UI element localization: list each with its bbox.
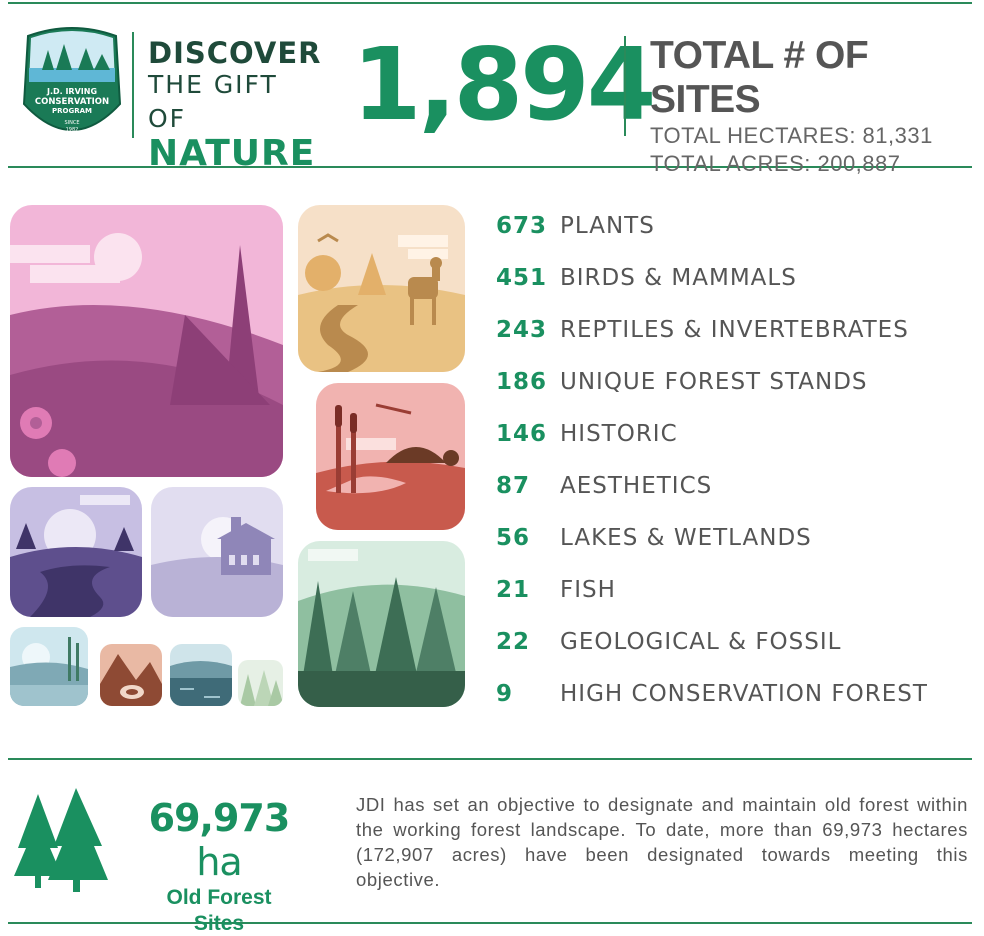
birds-mammals-tile	[298, 205, 465, 372]
old-forest-stat: 69,973 ha Old Forest Sites	[134, 796, 304, 936]
totals-divider	[624, 36, 626, 136]
category-count: 22	[496, 629, 531, 655]
list-item: 21 FISH	[496, 564, 966, 616]
category-label: HISTORIC	[560, 421, 678, 447]
logo-year: 1982	[66, 127, 79, 133]
logo-line1: J.D. IRVING	[46, 87, 97, 96]
total-sites-number: 1,894	[352, 26, 656, 143]
top-rule	[8, 2, 972, 4]
logo-line3: PROGRAM	[52, 107, 92, 115]
category-count: 243	[496, 317, 548, 343]
category-label: BIRDS & MAMMALS	[560, 265, 797, 291]
list-item: 9 HIGH CONSERVATION FOREST	[496, 668, 966, 720]
category-count: 21	[496, 577, 531, 603]
category-label: HIGH CONSERVATION FOREST	[560, 681, 928, 707]
list-item: 186 UNIQUE FOREST STANDS	[496, 356, 966, 408]
list-item: 451 BIRDS & MAMMALS	[496, 252, 966, 304]
aesthetics-tile	[10, 487, 142, 617]
category-label: UNIQUE FOREST STANDS	[560, 369, 868, 395]
category-count: 186	[496, 369, 548, 395]
old-forest-description: JDI has set an objective to designate an…	[356, 794, 968, 890]
list-item: 56 LAKES & WETLANDS	[496, 512, 966, 564]
headline-line3: NATURE	[148, 133, 316, 174]
list-rule	[8, 758, 972, 760]
historic-tile	[151, 487, 283, 617]
logo-divider	[132, 32, 134, 138]
geological-tile	[100, 644, 162, 706]
reptiles-invertebrates-tile	[316, 383, 465, 530]
plants-tile	[10, 205, 283, 477]
logo-line2: CONSERVATION	[35, 97, 109, 107]
totals-hectares: TOTAL HECTARES: 81,331	[650, 123, 933, 148]
category-count: 9	[496, 681, 514, 707]
list-item: 673 PLANTS	[496, 200, 966, 252]
logo-since: SINCE	[64, 120, 79, 126]
headline-line2: THE GIFT OF	[148, 70, 278, 133]
category-count: 451	[496, 265, 548, 291]
category-label: REPTILES & INVERTEBRATES	[560, 317, 909, 343]
list-item: 22 GEOLOGICAL & FOSSIL	[496, 616, 966, 668]
category-count: 146	[496, 421, 548, 447]
category-label: GEOLOGICAL & FOSSIL	[560, 629, 842, 655]
old-forest-value-line: 69,973 ha	[134, 796, 304, 884]
fish-tile	[170, 644, 232, 706]
headline: DISCOVER THE GIFT OF NATURE	[148, 36, 322, 174]
old-forest-trees-icon	[12, 788, 112, 892]
category-count: 87	[496, 473, 531, 499]
totals-acres: TOTAL ACRES: 200,887	[650, 151, 901, 176]
category-label: LAKES & WETLANDS	[560, 525, 812, 551]
category-label: FISH	[560, 577, 616, 603]
wetlands-tile	[10, 627, 88, 706]
category-label: PLANTS	[560, 213, 655, 239]
small-forest-tile	[238, 660, 283, 706]
list-item: 146 HISTORIC	[496, 408, 966, 460]
totals-block: TOTAL # OF SITES TOTAL HECTARES: 81,331 …	[650, 34, 984, 178]
category-count: 673	[496, 213, 548, 239]
category-count: 56	[496, 525, 531, 551]
conservation-program-logo: J.D. IRVING CONSERVATION PROGRAM SINCE 1…	[20, 24, 124, 146]
old-forest-value: 69,973	[148, 796, 291, 840]
totals-title: TOTAL # OF SITES	[650, 34, 869, 121]
old-forest-unit: ha	[196, 840, 242, 884]
list-item: 87 AESTHETICS	[496, 460, 966, 512]
category-list: 673 PLANTS 451 BIRDS & MAMMALS 243 REPTILES…	[496, 200, 966, 720]
headline-line1: DISCOVER	[148, 36, 322, 70]
old-forest-caption-line2: Sites	[193, 912, 245, 935]
forest-tile	[298, 541, 465, 707]
old-forest-caption-line1: Old Forest	[166, 886, 272, 909]
category-label: AESTHETICS	[560, 473, 713, 499]
list-item: 243 REPTILES & INVERTEBRATES	[496, 304, 966, 356]
